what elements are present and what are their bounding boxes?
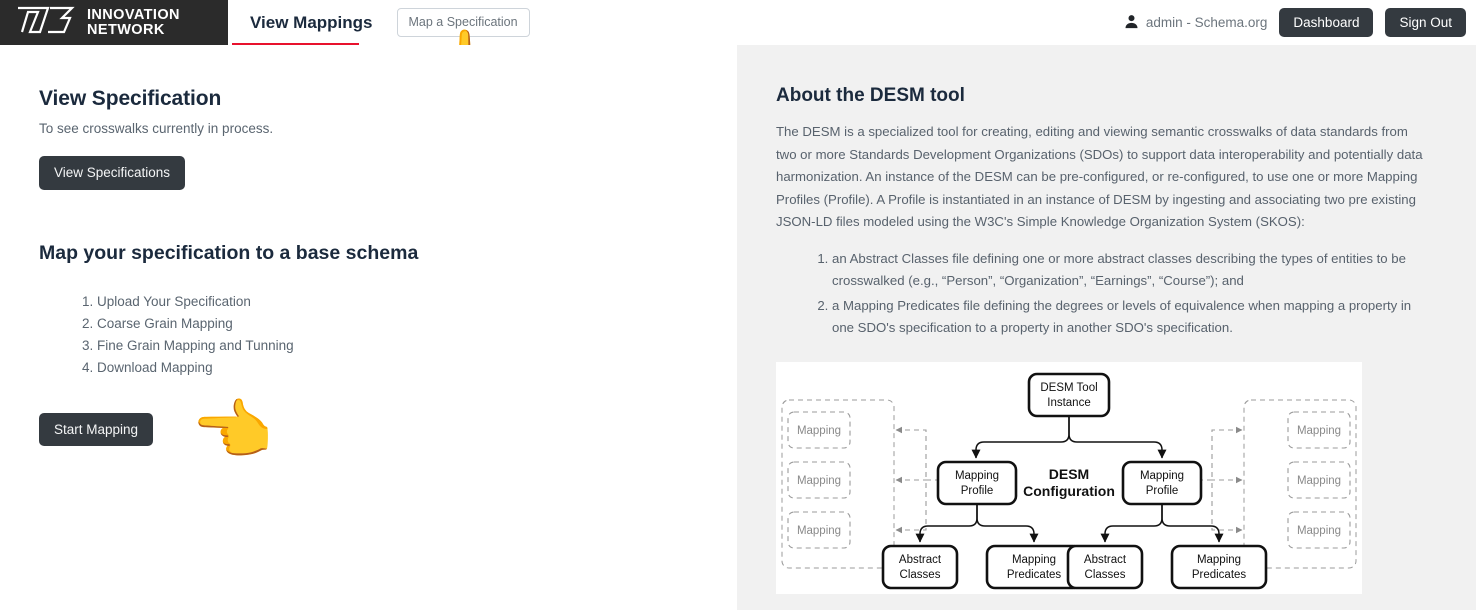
sign-out-button[interactable]: Sign Out — [1385, 7, 1466, 38]
svg-text:Predicates: Predicates — [1007, 569, 1062, 581]
dashboard-button[interactable]: Dashboard — [1279, 7, 1374, 38]
right-panel: About the DESM tool The DESM is a specia… — [737, 45, 1476, 610]
view-specification-title: View Specification — [39, 87, 222, 110]
start-mapping-button[interactable]: Start Mapping — [39, 412, 154, 446]
diagram-leaf-abstract-classes-left: Abstract — [899, 554, 942, 566]
diagram-root-node: DESM Tool — [1040, 382, 1097, 394]
svg-text:Classes: Classes — [1085, 569, 1126, 581]
diagram-left-mapping-3: Mapping — [797, 525, 841, 537]
user-account[interactable]: admin - Schema.org — [1124, 14, 1268, 32]
left-panel: View Specification To see crosswalks cur… — [0, 45, 737, 610]
svg-text:Classes: Classes — [900, 569, 941, 581]
list-item: Download Mapping — [97, 357, 737, 379]
page-body: View Specification To see crosswalks cur… — [0, 45, 1476, 610]
list-item: a Mapping Predicates file defining the d… — [832, 295, 1430, 340]
user-label: admin - Schema.org — [1145, 15, 1268, 30]
svg-text:Instance: Instance — [1047, 397, 1090, 409]
map-specification-title: Map your specification to a base schema — [39, 241, 419, 264]
list-item: Fine Grain Mapping and Tunning — [97, 335, 737, 357]
tab-view-mappings[interactable]: View Mappings — [244, 0, 379, 45]
diagram-profile-right: Mapping — [1140, 470, 1184, 482]
start-mapping-row: Start Mapping 👈 — [39, 397, 737, 463]
list-item: an Abstract Classes file defining one or… — [832, 248, 1430, 293]
svg-text:Profile: Profile — [1146, 485, 1179, 497]
t3-logo-icon — [16, 4, 80, 41]
mapping-steps-list: Upload Your Specification Coarse Grain M… — [39, 291, 737, 379]
diagram-profile-left: Mapping — [955, 470, 999, 482]
svg-text:Profile: Profile — [961, 485, 994, 497]
diagram-left-mapping-1: Mapping — [797, 425, 841, 437]
user-icon — [1124, 14, 1139, 32]
diagram-leaf-mapping-predicates-right: Mapping — [1197, 554, 1241, 566]
diagram-right-mapping-1: Mapping — [1297, 425, 1341, 437]
pointing-left-hand-cursor: 👈 — [191, 392, 274, 467]
view-specifications-button[interactable]: View Specifications — [39, 156, 186, 190]
about-body-text: The DESM is a specialized tool for creat… — [776, 124, 1423, 229]
about-list: an Abstract Classes file defining one or… — [776, 248, 1430, 340]
diagram-center-label-2: Configuration — [1023, 483, 1115, 499]
diagram-left-mapping-2: Mapping — [797, 475, 841, 487]
desm-configuration-diagram: Mapping Mapping Mapping Mapping Mapping … — [776, 361, 1362, 594]
svg-text:Predicates: Predicates — [1192, 569, 1247, 581]
brand-line-1: INNOVATION — [87, 6, 180, 23]
list-item: Upload Your Specification — [97, 291, 737, 313]
list-item: Coarse Grain Mapping — [97, 313, 737, 335]
diagram-leaf-abstract-classes-right: Abstract — [1084, 554, 1127, 566]
brand-logo[interactable]: INNOVATION NETWORK — [0, 0, 228, 45]
about-title: About the DESM tool — [776, 85, 965, 106]
diagram-right-mapping-2: Mapping — [1297, 475, 1341, 487]
diagram-leaf-mapping-predicates-left: Mapping — [1012, 554, 1056, 566]
top-navbar: INNOVATION NETWORK View Mappings Map a S… — [0, 0, 1476, 110]
view-specification-subtitle: To see crosswalks currently in process. — [39, 121, 274, 136]
diagram-right-mapping-3: Mapping — [1297, 525, 1341, 537]
diagram-center-label-1: DESM — [1049, 466, 1089, 482]
brand-line-2: NETWORK — [87, 21, 165, 38]
